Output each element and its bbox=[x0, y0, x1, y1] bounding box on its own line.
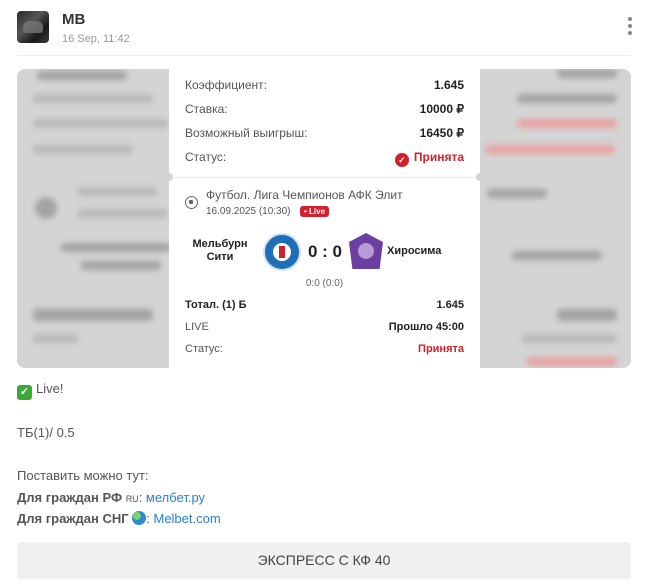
ticket-notch-left bbox=[165, 173, 173, 181]
live-badge: • Live bbox=[300, 206, 330, 217]
away-team-name: Хиросима bbox=[387, 245, 442, 257]
more-vertical-icon[interactable] bbox=[627, 17, 633, 37]
author-name[interactable]: MB bbox=[62, 11, 85, 28]
live-line: ✓ Live! bbox=[17, 381, 63, 400]
status-text: Принята bbox=[413, 150, 464, 164]
elapsed-time: Прошло 45:00 bbox=[388, 321, 464, 333]
match-score: 0 : 0 bbox=[307, 242, 343, 261]
rf-line: Для граждан РФ RU: мелбет.ру bbox=[17, 490, 206, 505]
stake-label: Ставка: bbox=[185, 102, 228, 116]
selection-status-label: Статус: bbox=[185, 343, 223, 355]
header-divider bbox=[17, 55, 631, 56]
payout-label: Возможный выигрыш: bbox=[185, 126, 308, 140]
status-label: Статус: bbox=[185, 150, 227, 164]
globe-icon bbox=[132, 511, 147, 525]
coef-value: 1.645 bbox=[433, 78, 464, 92]
payout-row: Возможный выигрыш: 16450 ₽ bbox=[185, 126, 464, 142]
avatar[interactable] bbox=[17, 11, 49, 43]
market-odds: 1.645 bbox=[436, 299, 464, 311]
half-time-score: 0:0 (0:0) bbox=[305, 278, 344, 289]
live-label: LIVE bbox=[185, 321, 209, 333]
rf-label: Для граждан РФ bbox=[17, 490, 123, 505]
selection-status-value: Принята bbox=[418, 343, 464, 355]
cis-link[interactable]: Melbet.com bbox=[153, 511, 220, 526]
coef-row: Коэффициент: 1.645 bbox=[185, 78, 464, 94]
post-header: MB 16 Sep, 11:42 bbox=[17, 11, 637, 45]
check-mark-icon: ✓ bbox=[17, 385, 32, 400]
cis-line: Для граждан СНГ : Melbet.com bbox=[17, 511, 221, 526]
cis-label: Для граждан СНГ bbox=[17, 511, 129, 526]
post-timestamp: 16 Sep, 11:42 bbox=[62, 33, 130, 45]
stake-row: Ставка: 10000 ₽ bbox=[185, 102, 464, 118]
home-team-crest bbox=[263, 233, 301, 271]
place-here-line: Поставить можно тут: bbox=[17, 468, 149, 483]
ru-tag: RU bbox=[125, 494, 139, 504]
rf-link[interactable]: мелбет.ру bbox=[146, 490, 205, 505]
payout-value: 16450 ₽ bbox=[419, 126, 464, 140]
match-date: 16.09.2025 (10:30) bbox=[206, 206, 291, 217]
market-label: Тотал. (1) Б bbox=[185, 299, 247, 311]
home-team-name: Мельбурн Сити bbox=[192, 238, 248, 263]
ticket-notch-right bbox=[476, 173, 484, 181]
live-text: Live! bbox=[36, 381, 64, 396]
ticket-divider bbox=[169, 177, 480, 178]
status-row: Статус: ✓ Принята bbox=[185, 150, 464, 167]
post-image[interactable]: Коэффициент: 1.645 Ставка: 10000 ₽ Возмо… bbox=[17, 69, 631, 368]
bet-line: ТБ(1)/ 0.5 bbox=[17, 425, 75, 440]
away-team-crest bbox=[349, 233, 383, 269]
stake-value: 10000 ₽ bbox=[419, 102, 464, 116]
express-button[interactable]: ЭКСПРЕСС С КФ 40 bbox=[17, 542, 631, 579]
coef-label: Коэффициент: bbox=[185, 78, 267, 92]
soccer-ball-icon bbox=[185, 196, 198, 209]
status-value: ✓ Принята bbox=[394, 150, 464, 167]
league-name: Футбол. Лига Чемпионов АФК Элит bbox=[206, 188, 403, 202]
check-circle-icon: ✓ bbox=[394, 153, 409, 167]
bet-ticket: Коэффициент: 1.645 Ставка: 10000 ₽ Возмо… bbox=[165, 69, 484, 368]
